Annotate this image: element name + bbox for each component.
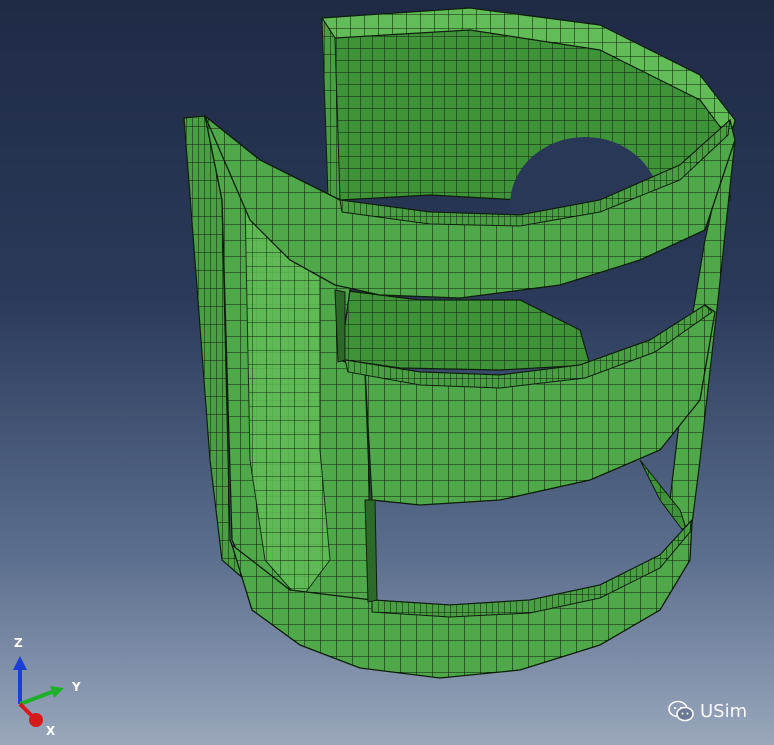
watermark: USim [668,700,747,722]
meshed-cylinder-part[interactable] [0,0,774,745]
z-axis-label: Z [14,636,23,650]
graphics-viewport[interactable]: Z Y X USim [0,0,774,745]
inner-middle-region [339,289,591,371]
x-arrow-head [29,713,43,727]
y-axis-label: Y [72,680,81,694]
x-axis-label: X [46,724,56,738]
coordinate-triad: Z Y X [8,632,88,742]
y-arrow-head [50,686,64,698]
z-arrow-head [13,656,27,670]
watermark-text: USim [700,700,748,722]
wechat-icon [668,700,694,722]
